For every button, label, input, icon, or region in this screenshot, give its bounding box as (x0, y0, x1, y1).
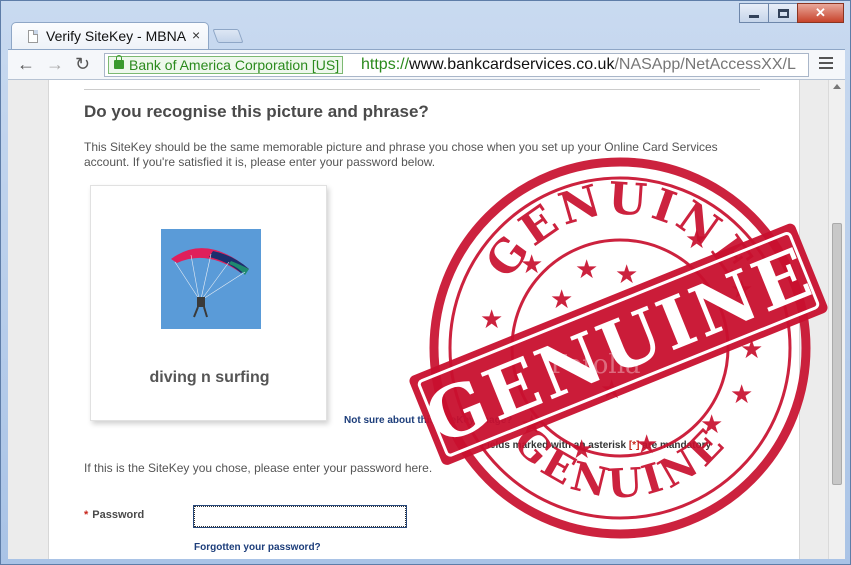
tab-title: Verify SiteKey - MBNA (46, 28, 187, 44)
page-title: Do you recognise this picture and phrase… (84, 102, 429, 121)
window-controls: ✕ (739, 3, 844, 25)
url-host: www.bankcardservices.co.uk (409, 56, 615, 73)
svg-text:★: ★ (700, 410, 723, 440)
url-path: /NASApp/NetAccessXX/L (614, 56, 796, 73)
new-tab-button[interactable] (212, 29, 244, 43)
ev-label: Bank of America Corporation [US] (129, 57, 340, 73)
close-tab-icon[interactable]: × (192, 27, 200, 43)
password-label: * Password (84, 509, 144, 521)
divider (84, 89, 760, 90)
back-arrow-icon[interactable]: ← (17, 54, 35, 74)
ev-certificate-badge[interactable]: Bank of America Corporation [US] (108, 55, 344, 74)
genuine-stamp: GENUINE GENUINE ★★★ ★★★ ★★ ★★★ ★★★ GENUI… (409, 157, 828, 539)
forward-arrow-icon[interactable]: → (46, 54, 64, 74)
required-asterisk: * (84, 509, 89, 521)
svg-text:★: ★ (730, 380, 753, 410)
svg-text:★: ★ (550, 285, 573, 315)
reload-icon[interactable]: ↻ (75, 54, 90, 74)
svg-text:★: ★ (685, 225, 708, 255)
sitekey-card: diving n surfing (90, 185, 327, 421)
forgot-password-link[interactable]: Forgotten your password? (194, 542, 321, 553)
lock-icon (114, 55, 124, 69)
svg-text:★: ★ (520, 250, 543, 280)
watermark-text: Fotolia (550, 350, 641, 380)
sitekey-image (161, 229, 261, 329)
maximize-button[interactable] (768, 3, 798, 23)
scroll-up-arrow-icon[interactable] (833, 84, 841, 89)
maximize-icon (777, 8, 789, 18)
password-prompt: If this is the SiteKey you chose, please… (84, 461, 433, 475)
page-icon (28, 30, 38, 43)
password-input[interactable] (193, 505, 407, 528)
svg-text:★: ★ (570, 435, 593, 465)
url-text[interactable]: https://www.bankcardservices.co.uk/NASAp… (361, 56, 796, 74)
address-bar[interactable]: Bank of America Corporation [US] https:/… (104, 53, 809, 77)
svg-text:★: ★ (635, 430, 658, 460)
url-scheme: https:// (361, 56, 410, 73)
svg-text:★: ★ (575, 255, 598, 285)
close-window-button[interactable]: ✕ (797, 3, 844, 23)
minimize-icon (749, 14, 759, 18)
browser-tab[interactable]: Verify SiteKey - MBNA × (11, 22, 209, 49)
minimize-button[interactable] (739, 3, 769, 23)
svg-text:★: ★ (615, 260, 638, 290)
browser-toolbar: ← → ↻ Bank of America Corporation [US] h… (8, 49, 845, 79)
stamp-band: GENUINE (409, 223, 828, 465)
password-label-text: Password (92, 509, 145, 521)
svg-text:★: ★ (480, 305, 503, 335)
sitekey-phrase: diving n surfing (149, 369, 270, 386)
menu-icon[interactable] (819, 57, 833, 72)
